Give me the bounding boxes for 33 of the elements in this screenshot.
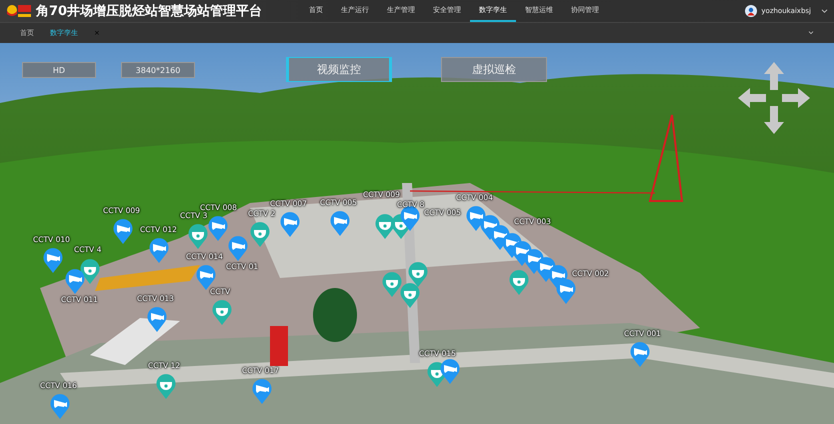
camera-pin-icon[interactable] (228, 236, 248, 261)
camera-pin-icon[interactable] (43, 248, 63, 273)
camera-pin-icon[interactable] (196, 265, 216, 290)
camera-pin-icon[interactable] (149, 238, 169, 263)
camera-pin-icon[interactable] (330, 211, 350, 236)
app-title: 角70井场增压脱烃站智慧场站管理平台 (36, 3, 262, 20)
dome-camera-pin-icon[interactable] (212, 300, 232, 325)
camera-pin-icon[interactable] (208, 216, 228, 241)
camera-pin-icon[interactable] (400, 206, 420, 231)
camera-pin-icon[interactable] (50, 394, 70, 419)
dome-camera-pin-icon[interactable] (188, 224, 208, 249)
camera-pin-icon[interactable] (147, 307, 167, 332)
dome-camera-pin-icon[interactable] (156, 374, 176, 399)
company-logo (6, 3, 32, 19)
dome-camera-pin-icon[interactable] (400, 283, 420, 308)
dome-camera-pin-icon[interactable] (250, 222, 270, 247)
camera-pin-icon[interactable] (556, 279, 576, 304)
camera-pin-icon[interactable] (280, 212, 300, 237)
dome-camera-pin-icon[interactable] (382, 272, 402, 297)
chevron-down-icon[interactable] (808, 31, 814, 35)
camera-pin-icon[interactable] (113, 219, 133, 244)
camera-pin-icon[interactable] (630, 342, 650, 367)
resolution-label: HD (22, 62, 96, 78)
dome-camera-pin-icon[interactable] (509, 270, 529, 295)
resolution-label: 3840*2160 (121, 62, 195, 78)
camera-pin-icon[interactable] (65, 269, 85, 294)
direction-pad-icon[interactable] (738, 62, 810, 134)
camera-pin-icon[interactable] (440, 359, 460, 384)
camera-pin-icon[interactable] (252, 379, 272, 404)
chevron-down-icon[interactable] (821, 8, 828, 14)
avatar-icon[interactable] (745, 5, 758, 17)
dome-camera-pin-icon[interactable] (375, 214, 395, 239)
dome-camera-pin-icon[interactable] (408, 262, 428, 287)
